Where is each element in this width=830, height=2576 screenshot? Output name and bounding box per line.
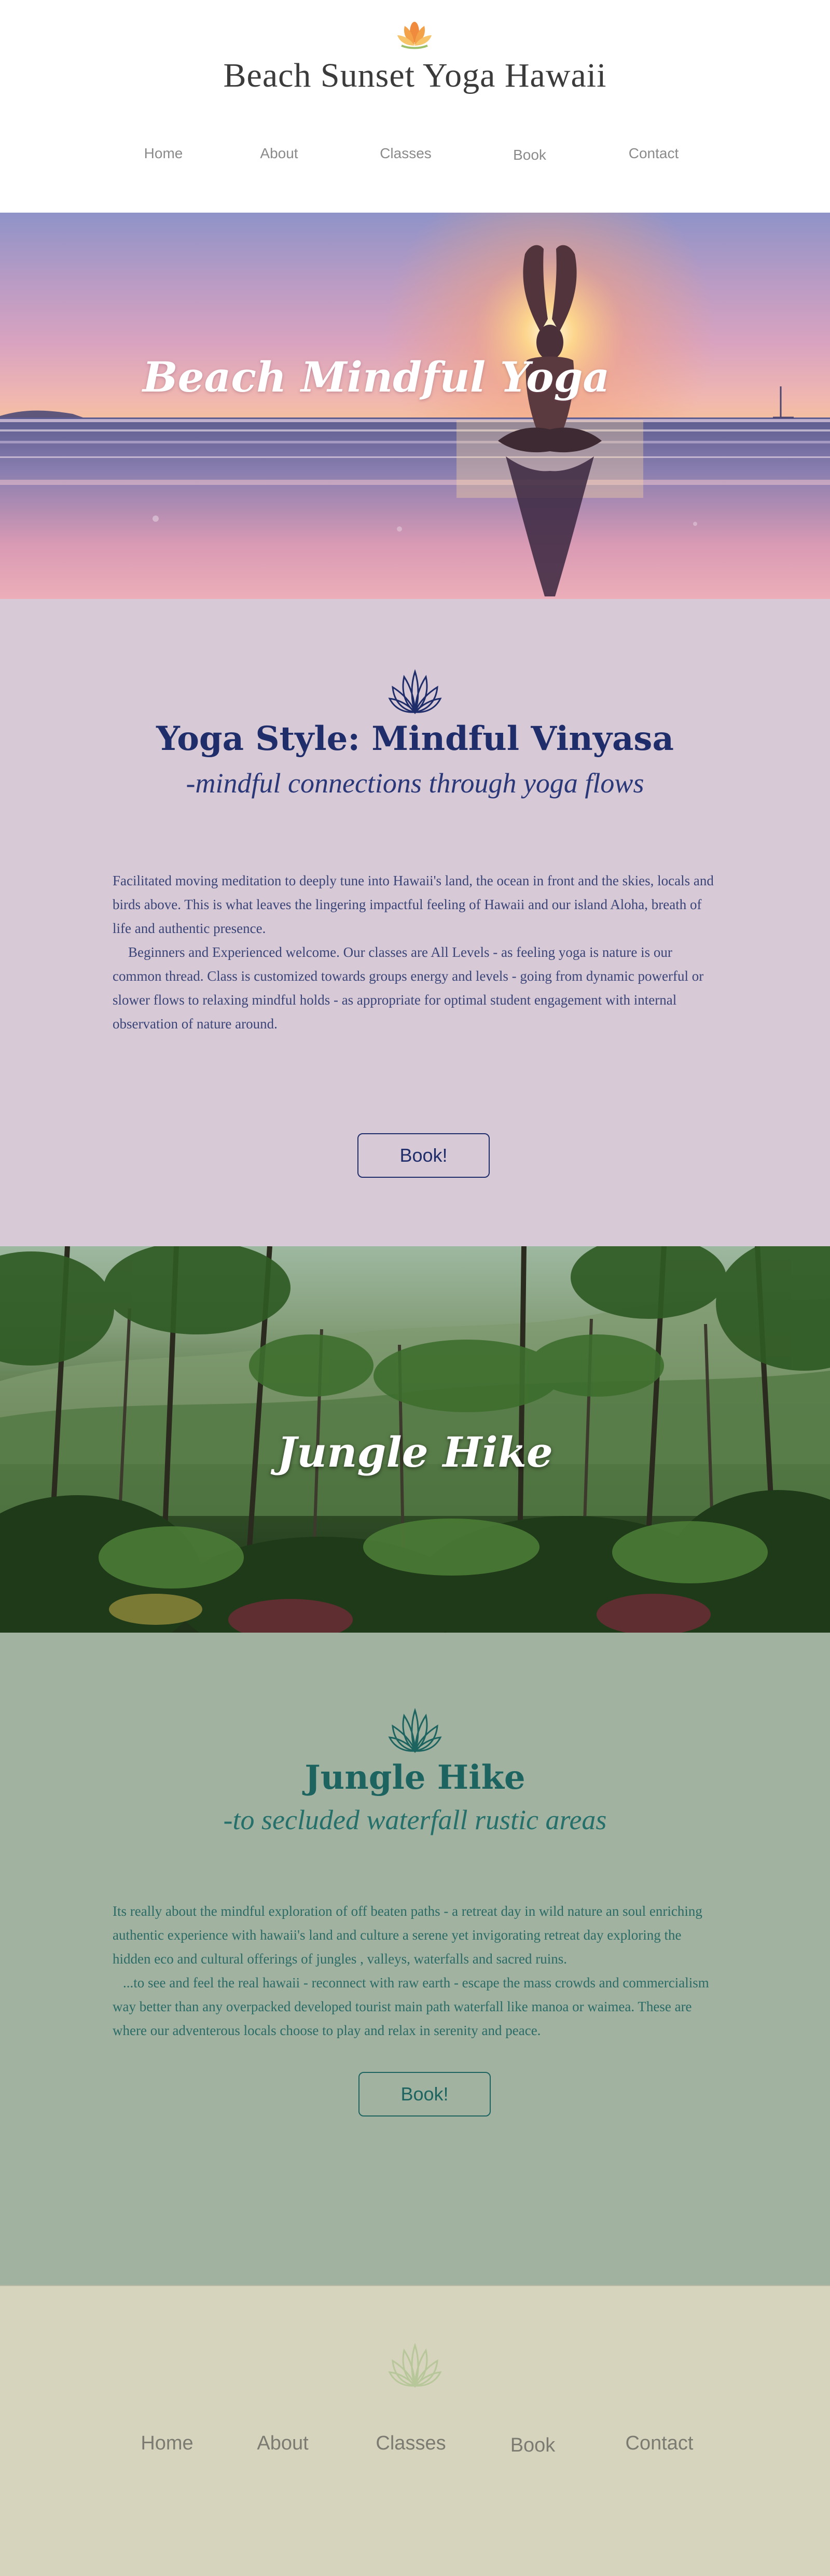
lotus-outline-icon [388, 2343, 442, 2388]
yoga-section-title: Yoga Style: Mindful Vinyasa [156, 719, 674, 758]
nav-classes[interactable]: Classes [380, 145, 432, 162]
yoga-paragraph-1: Facilitated moving meditation to deeply … [113, 873, 714, 936]
jungle-section-subtitle: -to secluded waterfall rustic areas [223, 1804, 607, 1835]
site-title[interactable]: Beach Sunset Yoga Hawaii [0, 56, 830, 95]
jungle-paragraph-2: ...to see and feel the real hawaii - rec… [113, 1975, 709, 2038]
jungle-hike-section: Jungle Hike -to secluded waterfall rusti… [0, 1633, 830, 2285]
footer-nav-classes[interactable]: Classes [376, 2432, 446, 2455]
site-footer: Home About Classes Book Contact [0, 2285, 830, 2576]
lotus-icon[interactable] [396, 21, 433, 50]
nav-about[interactable]: About [260, 145, 298, 162]
footer-nav-home[interactable]: Home [141, 2432, 193, 2455]
footer-nav-about[interactable]: About [257, 2432, 308, 2455]
jungle-section-body: Its really about the mindful exploration… [113, 1899, 717, 2042]
yoga-style-section: Yoga Style: Mindful Vinyasa -mindful con… [0, 599, 830, 1246]
lotus-outline-icon [388, 669, 442, 715]
top-nav: Home About Classes Book Contact [0, 145, 830, 166]
beach-sunset-image [0, 213, 830, 599]
footer-nav-contact[interactable]: Contact [626, 2432, 694, 2455]
hero-beach-yoga: Beach Mindful Yoga [0, 213, 830, 599]
yoga-section-subtitle: -mindful connections through yoga flows [186, 768, 644, 799]
jungle-paragraph-1: Its really about the mindful exploration… [113, 1903, 702, 1967]
footer-nav-book[interactable]: Book [510, 2434, 556, 2457]
lotus-outline-icon [388, 1708, 442, 1753]
hero-jungle-title: Jungle Hike [277, 1428, 553, 1477]
yoga-section-body: Facilitated moving meditation to deeply … [113, 869, 717, 1036]
yoga-book-button[interactable]: Book! [357, 1133, 490, 1178]
jungle-book-button[interactable]: Book! [358, 2072, 491, 2117]
hero-jungle-hike: Jungle Hike [0, 1246, 830, 1633]
nav-home[interactable]: Home [144, 145, 183, 162]
jungle-section-title: Jungle Hike [305, 1758, 525, 1797]
nav-book[interactable]: Book [513, 147, 546, 163]
site-header: Beach Sunset Yoga Hawaii Home About Clas… [0, 0, 830, 213]
hero-beach-title: Beach Mindful Yoga [143, 353, 610, 401]
yoga-paragraph-2: Beginners and Experienced welcome. Our c… [113, 944, 704, 1032]
nav-contact[interactable]: Contact [629, 145, 679, 162]
